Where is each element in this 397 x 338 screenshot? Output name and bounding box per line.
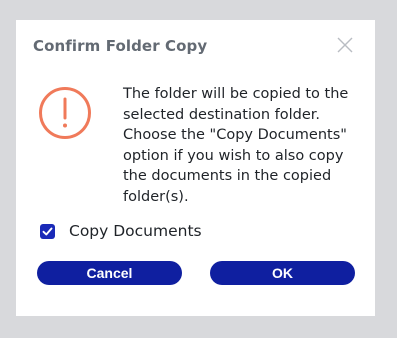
confirm-dialog: Confirm Folder Copy The folder will be c…	[16, 20, 375, 316]
copy-documents-checkbox[interactable]	[40, 223, 55, 239]
copy-documents-label: Copy Documents	[69, 222, 202, 240]
cancel-button[interactable]: Cancel	[37, 261, 182, 285]
checkmark-icon	[42, 227, 53, 235]
copy-documents-checkbox-row[interactable]: Copy Documents	[40, 220, 202, 242]
exclamation-circle-icon	[38, 86, 92, 140]
dialog-message: The folder will be copied to the selecte…	[123, 86, 349, 205]
dialog-title: Confirm Folder Copy	[33, 37, 208, 55]
ok-button[interactable]: OK	[210, 261, 355, 285]
close-icon[interactable]	[336, 36, 354, 54]
